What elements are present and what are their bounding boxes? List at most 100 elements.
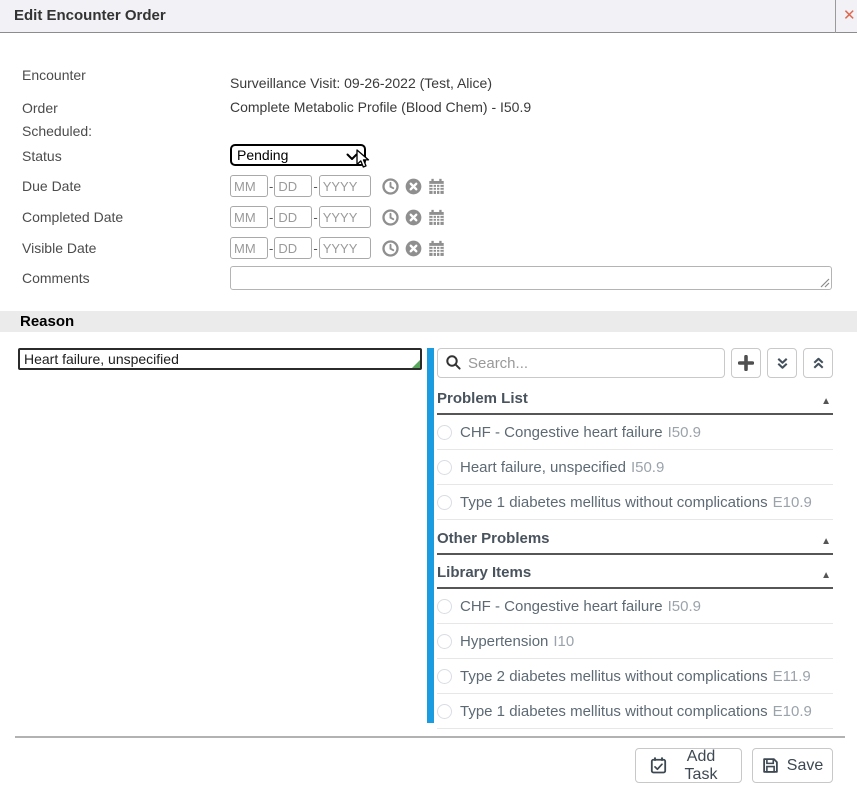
section-header-library-items[interactable]: Library Items ▲ <box>437 555 833 589</box>
due-date-label: Due Date <box>0 175 230 194</box>
footer-divider <box>15 736 845 738</box>
clear-date-icon[interactable] <box>404 176 424 196</box>
section-title: Problem List <box>437 390 528 407</box>
add-task-label: Add Task <box>675 748 727 784</box>
clear-date-icon[interactable] <box>404 238 424 258</box>
radio-icon[interactable] <box>437 425 452 440</box>
section-header-other-problems[interactable]: Other Problems ▲ <box>437 520 833 555</box>
comments-input[interactable] <box>231 267 831 289</box>
collapse-all-button[interactable] <box>803 348 833 378</box>
comments-row: Comments <box>0 266 857 290</box>
date-separator: - <box>269 241 273 256</box>
radio-icon[interactable] <box>437 460 452 475</box>
radio-icon[interactable] <box>437 495 452 510</box>
date-separator: - <box>313 179 317 194</box>
due-day-input[interactable] <box>274 175 312 197</box>
section-header-problem-list[interactable]: Problem List ▲ <box>437 378 833 415</box>
radio-icon[interactable] <box>437 669 452 684</box>
due-year-input[interactable] <box>319 175 371 197</box>
date-separator: - <box>313 210 317 225</box>
calendar-check-icon <box>650 757 667 774</box>
problem-code: I10 <box>553 633 574 650</box>
radio-icon[interactable] <box>437 634 452 649</box>
section-title: Other Problems <box>437 530 550 547</box>
visible-date-label: Visible Date <box>0 237 230 256</box>
list-item[interactable]: CHF - Congestive heart failure I50.9 <box>437 415 833 450</box>
header-divider <box>835 0 836 33</box>
dialog-header: Edit Encounter Order ✕ <box>0 0 857 33</box>
order-value: Complete Metabolic Profile (Blood Chem) … <box>230 99 531 115</box>
order-label: Order <box>0 99 230 116</box>
order-row: Order Complete Metabolic Profile (Blood … <box>0 99 857 116</box>
status-label: Status <box>0 144 230 164</box>
comments-label: Comments <box>0 266 230 286</box>
section-title: Library Items <box>437 564 531 581</box>
list-item[interactable]: Type 1 diabetes mellitus without complic… <box>437 485 833 520</box>
encounter-value: Surveillance Visit: 09-26-2022 (Test, Al… <box>230 66 492 91</box>
scheduled-label: Scheduled: <box>0 122 230 139</box>
calendar-icon[interactable] <box>427 207 447 227</box>
completed-date-label: Completed Date <box>0 206 230 225</box>
completed-year-input[interactable] <box>319 206 371 228</box>
dialog-title: Edit Encounter Order <box>14 0 166 32</box>
encounter-label: Encounter <box>0 66 230 83</box>
calendar-icon[interactable] <box>427 238 447 258</box>
problem-text: Heart failure, unspecified <box>460 459 626 476</box>
problem-code: E10.9 <box>773 703 812 720</box>
list-item[interactable]: Type 1 diabetes mellitus without complic… <box>437 694 833 729</box>
search-input[interactable] <box>437 348 725 378</box>
due-month-input[interactable] <box>230 175 268 197</box>
problem-code: E11.9 <box>773 668 811 685</box>
clear-date-icon[interactable] <box>404 207 424 227</box>
search-icon <box>445 354 462 371</box>
save-floppy-icon <box>762 757 779 774</box>
date-separator: - <box>269 179 273 194</box>
panel-accent-bar <box>427 348 434 723</box>
reason-picker-panel: Problem List ▲ CHF - Congestive heart fa… <box>437 348 833 729</box>
reason-section-bar: Reason <box>0 311 857 332</box>
reason-section-title: Reason <box>20 313 74 330</box>
clock-icon[interactable] <box>381 238 401 258</box>
problem-code: E10.9 <box>773 494 812 511</box>
problem-text: Type 2 diabetes mellitus without complic… <box>460 668 768 685</box>
expand-all-button[interactable] <box>767 348 797 378</box>
completed-day-input[interactable] <box>274 206 312 228</box>
visible-year-input[interactable] <box>319 237 371 259</box>
problem-text: Hypertension <box>460 633 548 650</box>
reason-input[interactable]: Heart failure, unspecified <box>18 348 422 370</box>
list-item[interactable]: Heart failure, unspecified I50.9 <box>437 450 833 485</box>
chevron-down-icon <box>346 153 358 161</box>
status-row: Status Pending <box>0 144 857 166</box>
list-item[interactable]: Hypertension I10 <box>437 624 833 659</box>
visible-month-input[interactable] <box>230 237 268 259</box>
problem-text: Type 1 diabetes mellitus without complic… <box>460 494 768 511</box>
collapse-triangle-icon: ▲ <box>821 570 831 581</box>
problem-text: CHF - Congestive heart failure <box>460 598 663 615</box>
scheduled-row: Scheduled: <box>0 122 857 139</box>
collapse-triangle-icon: ▲ <box>821 396 831 407</box>
status-select-value: Pending <box>237 147 288 163</box>
problem-code: I50.9 <box>668 598 701 615</box>
list-item[interactable]: Type 2 diabetes mellitus without complic… <box>437 659 833 694</box>
completed-month-input[interactable] <box>230 206 268 228</box>
problem-code: I50.9 <box>631 459 664 476</box>
collapse-triangle-icon: ▲ <box>821 536 831 547</box>
clock-icon[interactable] <box>381 176 401 196</box>
clock-icon[interactable] <box>381 207 401 227</box>
completed-date-row: Completed Date - - <box>0 206 857 228</box>
visible-day-input[interactable] <box>274 237 312 259</box>
save-label: Save <box>787 757 823 775</box>
date-separator: - <box>313 241 317 256</box>
radio-icon[interactable] <box>437 599 452 614</box>
status-select[interactable]: Pending <box>230 144 366 166</box>
save-button[interactable]: Save <box>752 748 833 783</box>
add-reason-button[interactable] <box>731 348 761 378</box>
radio-icon[interactable] <box>437 704 452 719</box>
encounter-row: Encounter Surveillance Visit: 09-26-2022… <box>0 66 857 91</box>
close-icon[interactable]: ✕ <box>843 6 857 26</box>
list-item[interactable]: CHF - Congestive heart failure I50.9 <box>437 589 833 624</box>
calendar-icon[interactable] <box>427 176 447 196</box>
due-date-row: Due Date - - <box>0 175 857 197</box>
problem-text: CHF - Congestive heart failure <box>460 424 663 441</box>
add-task-button[interactable]: Add Task <box>635 748 742 783</box>
